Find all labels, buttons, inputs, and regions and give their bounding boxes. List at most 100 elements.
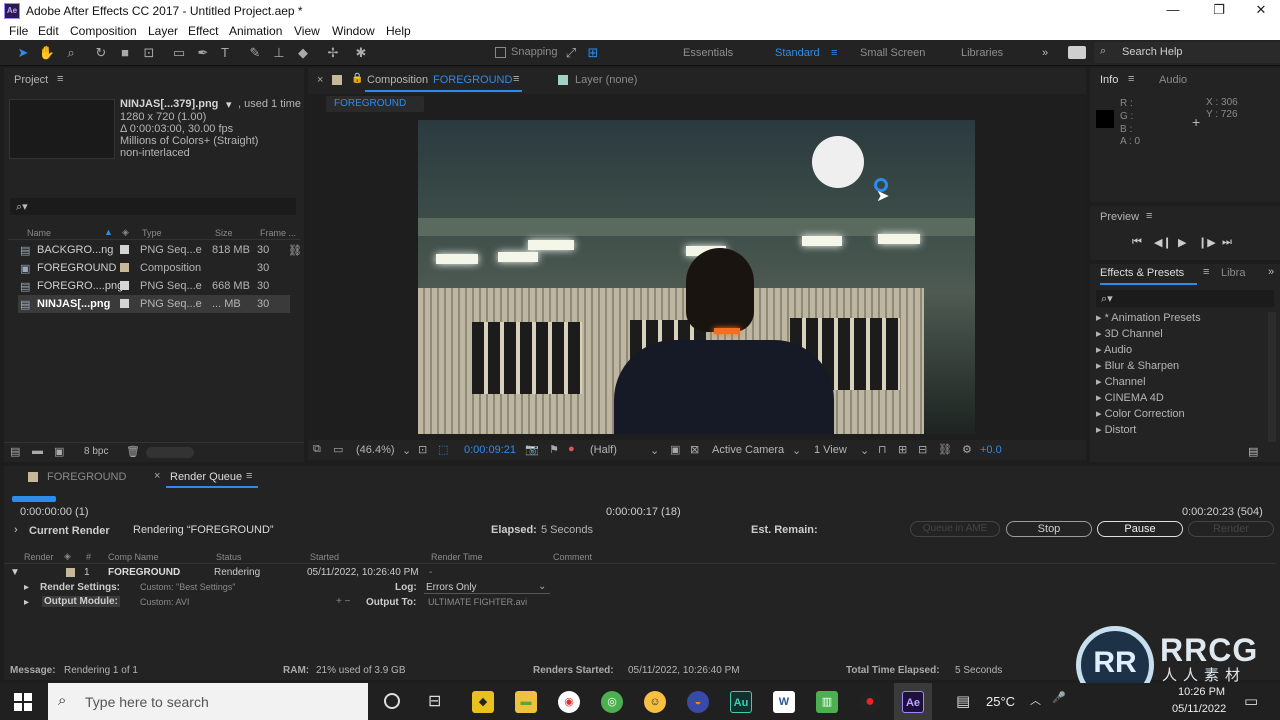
resolution-dropdown[interactable]: (Half) xyxy=(590,444,617,456)
label-swatch[interactable] xyxy=(120,281,129,290)
project-item-row-selected[interactable]: ▤ NINJAS[...png PNG Seq...e ... MB 30 xyxy=(18,295,290,313)
menu-effect[interactable]: Effect xyxy=(188,24,218,38)
effects-category[interactable]: ▸ Color Correction xyxy=(1096,407,1185,420)
after-effects-taskbar-icon[interactable]: Ae xyxy=(902,691,924,713)
audition-icon[interactable]: Au xyxy=(730,691,752,713)
previous-frame-icon[interactable]: ◀❙ xyxy=(1154,236,1172,249)
output-module-value[interactable]: Custom: AVI xyxy=(140,597,189,607)
search-help-field[interactable]: ⌕ Search Help xyxy=(1094,42,1280,63)
app-icon[interactable]: ◎ xyxy=(601,691,623,713)
type-tool-icon[interactable]: T xyxy=(216,44,234,62)
chevron-down-icon[interactable]: ⌄ xyxy=(402,444,411,457)
chevron-right-icon[interactable]: ▸ xyxy=(24,597,29,608)
more-panels-icon[interactable]: » xyxy=(1268,266,1274,278)
output-to-value[interactable]: ULTIMATE FIGHTER.avi xyxy=(428,597,527,607)
column-render[interactable]: Render xyxy=(24,552,54,562)
toggle-pixel-aspect-icon[interactable]: ⊓ xyxy=(878,443,887,456)
workspace-libraries[interactable]: Libraries xyxy=(961,47,1003,59)
tab-composition-name[interactable]: FOREGROUND xyxy=(433,74,512,86)
workspace-essentials[interactable]: Essentials xyxy=(683,47,733,59)
menu-edit[interactable]: Edit xyxy=(38,24,59,38)
column-size[interactable]: Size xyxy=(215,228,233,238)
microphone-icon[interactable]: 🎤 xyxy=(1052,691,1066,704)
next-frame-icon[interactable]: ❙▶ xyxy=(1198,236,1216,249)
snap-grid-icon[interactable]: ⊞ xyxy=(584,44,602,62)
snapshot-camera-icon[interactable]: 📷 xyxy=(525,443,539,456)
selection-tool-icon[interactable]: ➤ xyxy=(14,44,32,62)
fit-icon[interactable]: ⊡ xyxy=(418,443,427,456)
panel-menu-icon[interactable]: ≡ xyxy=(1203,266,1209,278)
chevron-down-icon[interactable]: ⌄ xyxy=(860,444,869,457)
windows-start-icon[interactable] xyxy=(14,693,32,711)
chevron-down-icon[interactable]: ⌄ xyxy=(650,444,659,457)
snap-option-icon[interactable]: ⤢ xyxy=(562,44,580,62)
flowchart-icon[interactable]: ⛓ xyxy=(938,443,952,456)
rotation-tool-icon[interactable]: ↻ xyxy=(92,44,110,62)
eraser-tool-icon[interactable]: ◆ xyxy=(294,44,312,62)
workspace-menu-icon[interactable]: ≡ xyxy=(831,47,837,59)
chevron-right-icon[interactable]: ▸ xyxy=(24,582,29,593)
column-name[interactable]: Name xyxy=(27,228,51,238)
thumbnail-slider[interactable] xyxy=(146,447,194,458)
minimize-button[interactable]: — xyxy=(1150,0,1196,22)
maximize-button[interactable]: ❐ xyxy=(1196,0,1242,22)
column-status[interactable]: Status xyxy=(216,552,242,562)
new-composition-icon[interactable]: ▣ xyxy=(54,445,64,458)
render-settings-value[interactable]: Custom: "Best Settings" xyxy=(140,582,235,592)
panel-menu-icon[interactable]: ≡ xyxy=(513,73,519,85)
camera-tool-icon[interactable]: ■ xyxy=(116,44,134,62)
region-of-interest-icon[interactable]: ▣ xyxy=(670,443,680,456)
menu-file[interactable]: File xyxy=(9,24,28,38)
tab-layer[interactable]: Layer (none) xyxy=(575,74,637,86)
menu-composition[interactable]: Composition xyxy=(70,24,137,38)
new-preset-icon[interactable]: ▤ xyxy=(1248,445,1258,458)
bit-depth-button[interactable]: 8 bpc xyxy=(84,446,108,457)
tab-foreground-timeline[interactable]: FOREGROUND xyxy=(47,471,126,483)
tab-render-queue[interactable]: Render Queue xyxy=(170,471,242,483)
close-button[interactable]: ✕ xyxy=(1238,0,1280,22)
tab-composition-prefix[interactable]: Composition xyxy=(367,74,428,86)
app-icon[interactable]: ◆ xyxy=(472,691,494,713)
tab-audio[interactable]: Audio xyxy=(1159,74,1187,86)
menu-layer[interactable]: Layer xyxy=(148,24,178,38)
column-type[interactable]: Type xyxy=(142,228,162,238)
current-time-display[interactable]: 0:00:09:21 xyxy=(464,444,516,456)
task-view-icon[interactable]: ⊟ xyxy=(428,691,441,711)
project-search-input[interactable]: ⌕▾ xyxy=(10,198,296,215)
brush-tool-icon[interactable]: ✎ xyxy=(246,44,264,62)
flowchart-icon[interactable]: ⛓ xyxy=(288,244,302,257)
menu-help[interactable]: Help xyxy=(386,24,411,38)
display-icon[interactable]: ▭ xyxy=(333,443,343,456)
project-item-row[interactable]: ▤ BACKGRO...ng PNG Seq...e 818 MB 30 ⛓ xyxy=(18,241,302,259)
close-icon[interactable]: × xyxy=(154,470,160,482)
clone-stamp-tool-icon[interactable]: ⊥ xyxy=(270,44,288,62)
new-folder-icon[interactable]: ▬ xyxy=(32,445,43,457)
cortana-icon[interactable] xyxy=(384,693,400,709)
taskbar-search-box[interactable]: ⌕ Type here to search xyxy=(48,683,368,720)
composition-canvas[interactable]: ➤ xyxy=(418,120,975,434)
preview-options-icon[interactable]: ⧉ xyxy=(313,443,321,456)
panel-menu-icon[interactable]: ≡ xyxy=(1128,73,1134,85)
zoom-dropdown[interactable]: (46.4%) xyxy=(356,444,395,456)
log-dropdown[interactable]: Errors Only ⌄ xyxy=(424,580,550,594)
effects-category[interactable]: ▸ Channel xyxy=(1096,375,1146,388)
label-swatch[interactable] xyxy=(120,299,129,308)
column-started[interactable]: Started xyxy=(310,552,339,562)
label-tag-icon[interactable]: ◈ xyxy=(122,227,129,238)
panel-menu-icon[interactable]: ≡ xyxy=(1146,210,1152,222)
last-frame-icon[interactable]: ⏭ xyxy=(1222,236,1232,249)
effects-search-input[interactable]: ⌕▾ xyxy=(1096,290,1274,307)
record-icon[interactable]: ● xyxy=(859,691,881,713)
effects-category[interactable]: ▸ Distort xyxy=(1096,423,1136,436)
reset-exposure-icon[interactable]: ⚙ xyxy=(962,443,972,456)
effects-scrollbar[interactable] xyxy=(1268,312,1276,442)
roto-brush-tool-icon[interactable]: ✢ xyxy=(324,44,342,62)
snapping-checkbox[interactable] xyxy=(495,47,506,58)
interpret-footage-icon[interactable]: ▤ xyxy=(10,445,20,458)
show-snapshot-icon[interactable]: ⚑ xyxy=(549,443,559,456)
effects-category[interactable]: ▸ * Animation Presets xyxy=(1096,311,1201,324)
comp-breadcrumb[interactable]: FOREGROUND xyxy=(326,96,424,112)
label-swatch[interactable] xyxy=(120,245,129,254)
app-icon[interactable]: ◒ xyxy=(687,691,709,713)
pen-tool-icon[interactable]: ✒ xyxy=(194,44,212,62)
